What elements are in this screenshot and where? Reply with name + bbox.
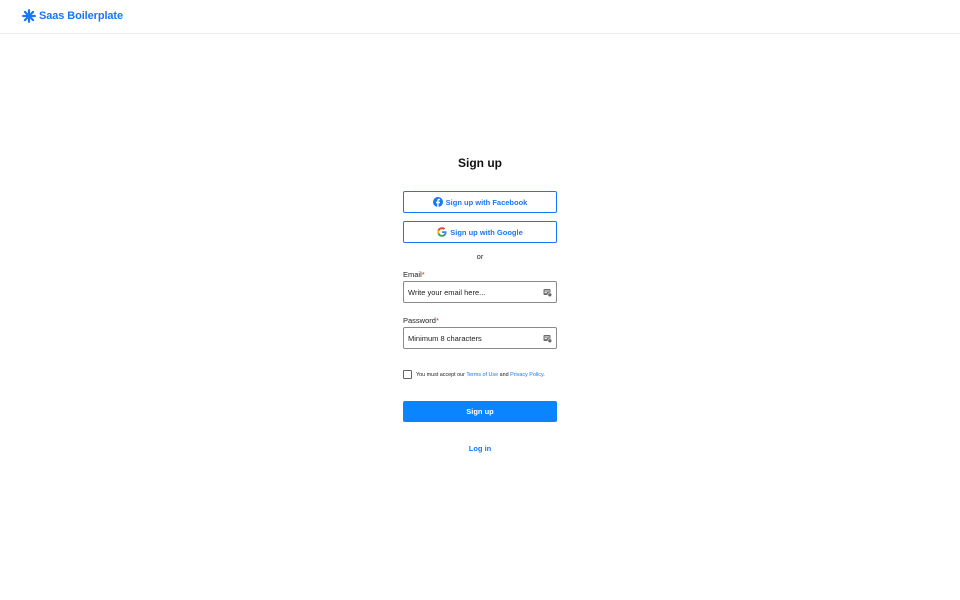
facebook-icon	[432, 197, 443, 207]
email-label-text: Email	[403, 270, 422, 279]
password-label: Password*	[403, 316, 439, 325]
facebook-signup-label: Sign up with Facebook	[445, 197, 528, 207]
password-input[interactable]	[404, 328, 536, 348]
asterisk-star-icon	[22, 9, 36, 23]
terms-checkbox[interactable]	[403, 370, 412, 379]
google-signup-label: Sign up with Google	[450, 227, 523, 237]
terms-middle: and	[498, 371, 511, 378]
keychain-autofill-icon[interactable]	[543, 334, 552, 343]
or-divider: or	[476, 252, 484, 261]
terms-prefix: You must accept our	[416, 371, 467, 378]
terms-row: You must accept our Terms of Use and Pri…	[403, 370, 563, 379]
page-title: Sign up	[458, 156, 502, 170]
email-required-mark: *	[421, 270, 425, 279]
google-icon	[437, 227, 447, 237]
password-required-mark: *	[435, 316, 439, 325]
signup-submit-button[interactable]: Sign up	[403, 401, 557, 422]
email-label: Email*	[403, 270, 425, 279]
password-label-text: Password	[403, 316, 436, 325]
terms-text: You must accept our Terms of Use and Pri…	[416, 372, 545, 378]
keychain-autofill-icon[interactable]	[543, 288, 552, 297]
google-signup-button[interactable]: Sign up with Google	[403, 221, 557, 243]
top-bar: Saas Boilerplate	[0, 0, 960, 34]
terms-of-use-link[interactable]: Terms of Use	[466, 372, 498, 378]
email-input[interactable]	[404, 282, 536, 302]
email-field-wrapper	[403, 281, 557, 303]
privacy-policy-link[interactable]: Privacy Policy	[510, 372, 543, 378]
brand-name: Saas Boilerplate	[39, 10, 123, 22]
facebook-signup-button[interactable]: Sign up with Facebook	[403, 191, 557, 213]
brand-logo-link[interactable]: Saas Boilerplate	[22, 9, 123, 23]
terms-suffix: .	[543, 371, 545, 378]
login-link[interactable]: Log in	[403, 444, 557, 453]
password-field-wrapper	[403, 327, 557, 349]
